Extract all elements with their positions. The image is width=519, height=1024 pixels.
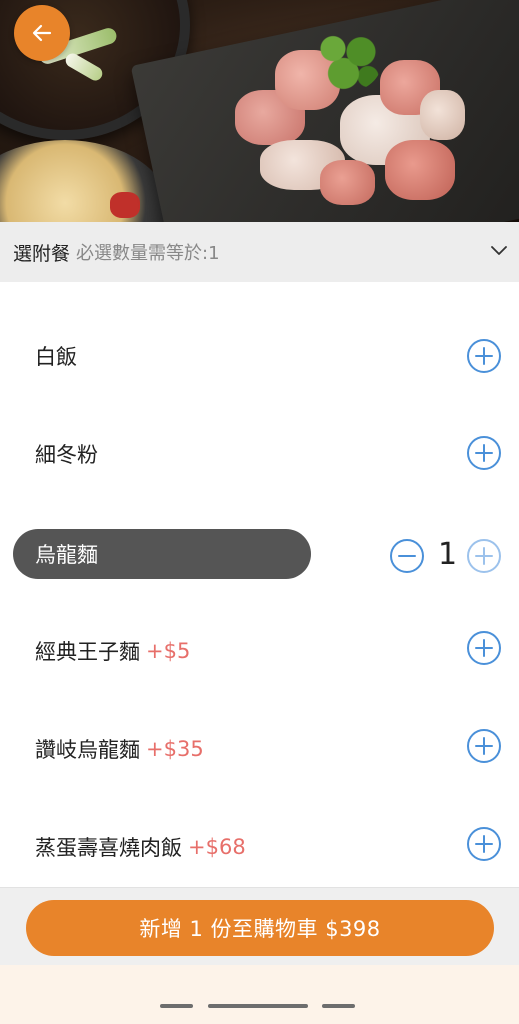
option-row-white-rice[interactable]: 白飯 [0, 326, 519, 386]
chili-garnish [110, 192, 140, 218]
option-price: +$68 [188, 835, 246, 859]
option-label: 白飯 [13, 331, 77, 381]
home-gesture[interactable] [208, 1004, 308, 1008]
addon-options-list: 白飯 細冬粉 烏龍麵 1 經典王子麵 +$5 讚岐烏龍麵 +$35 蒸蛋壽喜燒肉… [0, 282, 519, 887]
food-hero-image [0, 0, 519, 222]
side-bowl [0, 140, 170, 222]
plus-circle-icon[interactable] [466, 435, 502, 471]
option-name: 經典王子麵 [35, 640, 140, 664]
option-name: 讚岐烏龍麵 [35, 738, 140, 762]
plus-circle-icon[interactable] [466, 630, 502, 666]
meat-piece [420, 90, 465, 140]
add-to-cart-button[interactable]: 新增 1 份至購物車 $398 [26, 900, 494, 956]
plus-circle-icon[interactable] [466, 338, 502, 374]
plus-circle-icon[interactable] [466, 728, 502, 764]
plus-circle-icon[interactable] [466, 826, 502, 862]
option-name: 白飯 [35, 345, 77, 369]
back-button[interactable] [14, 5, 70, 61]
option-price: +$5 [146, 639, 191, 663]
option-label: 經典王子麵 +$5 [13, 626, 190, 676]
option-name: 蒸蛋壽喜燒肉飯 [35, 836, 182, 860]
arrow-left-icon [32, 24, 52, 42]
option-row-prince-noodles[interactable]: 經典王子麵 +$5 [0, 621, 519, 681]
option-label-selected: 烏龍麵 [13, 529, 311, 579]
back-gesture[interactable] [322, 1004, 355, 1008]
cart-bar: 新增 1 份至購物車 $398 [0, 887, 519, 966]
meat-piece [385, 140, 455, 200]
option-row-sukiyaki-rice[interactable]: 蒸蛋壽喜燒肉飯 +$68 [0, 817, 519, 877]
option-name: 烏龍麵 [35, 543, 98, 567]
section-requirement-note: 必選數量需等於:1 [76, 243, 220, 264]
option-row-vermicelli[interactable]: 細冬粉 [0, 424, 519, 484]
option-label: 細冬粉 [13, 429, 98, 479]
addon-section-header[interactable]: 選附餐 必選數量需等於:1 [0, 222, 519, 282]
option-label: 讚岐烏龍麵 +$35 [13, 724, 204, 774]
option-name: 細冬粉 [35, 443, 98, 467]
meat-piece [320, 160, 375, 205]
section-title: 選附餐 [13, 242, 71, 265]
system-navigation-bar [0, 965, 519, 1024]
recent-apps-gesture[interactable] [160, 1004, 193, 1008]
option-price: +$35 [146, 737, 204, 761]
parsley-garnish [312, 30, 382, 92]
option-label: 蒸蛋壽喜燒肉飯 +$68 [13, 822, 246, 872]
chevron-down-icon[interactable] [489, 240, 509, 260]
option-row-udon-selected[interactable]: 烏龍麵 1 [0, 524, 519, 584]
minus-circle-icon[interactable] [389, 538, 425, 574]
option-row-sanuki-udon[interactable]: 讚岐烏龍麵 +$35 [0, 719, 519, 779]
plus-circle-icon[interactable] [466, 538, 502, 574]
quantity-value: 1 [438, 537, 458, 572]
